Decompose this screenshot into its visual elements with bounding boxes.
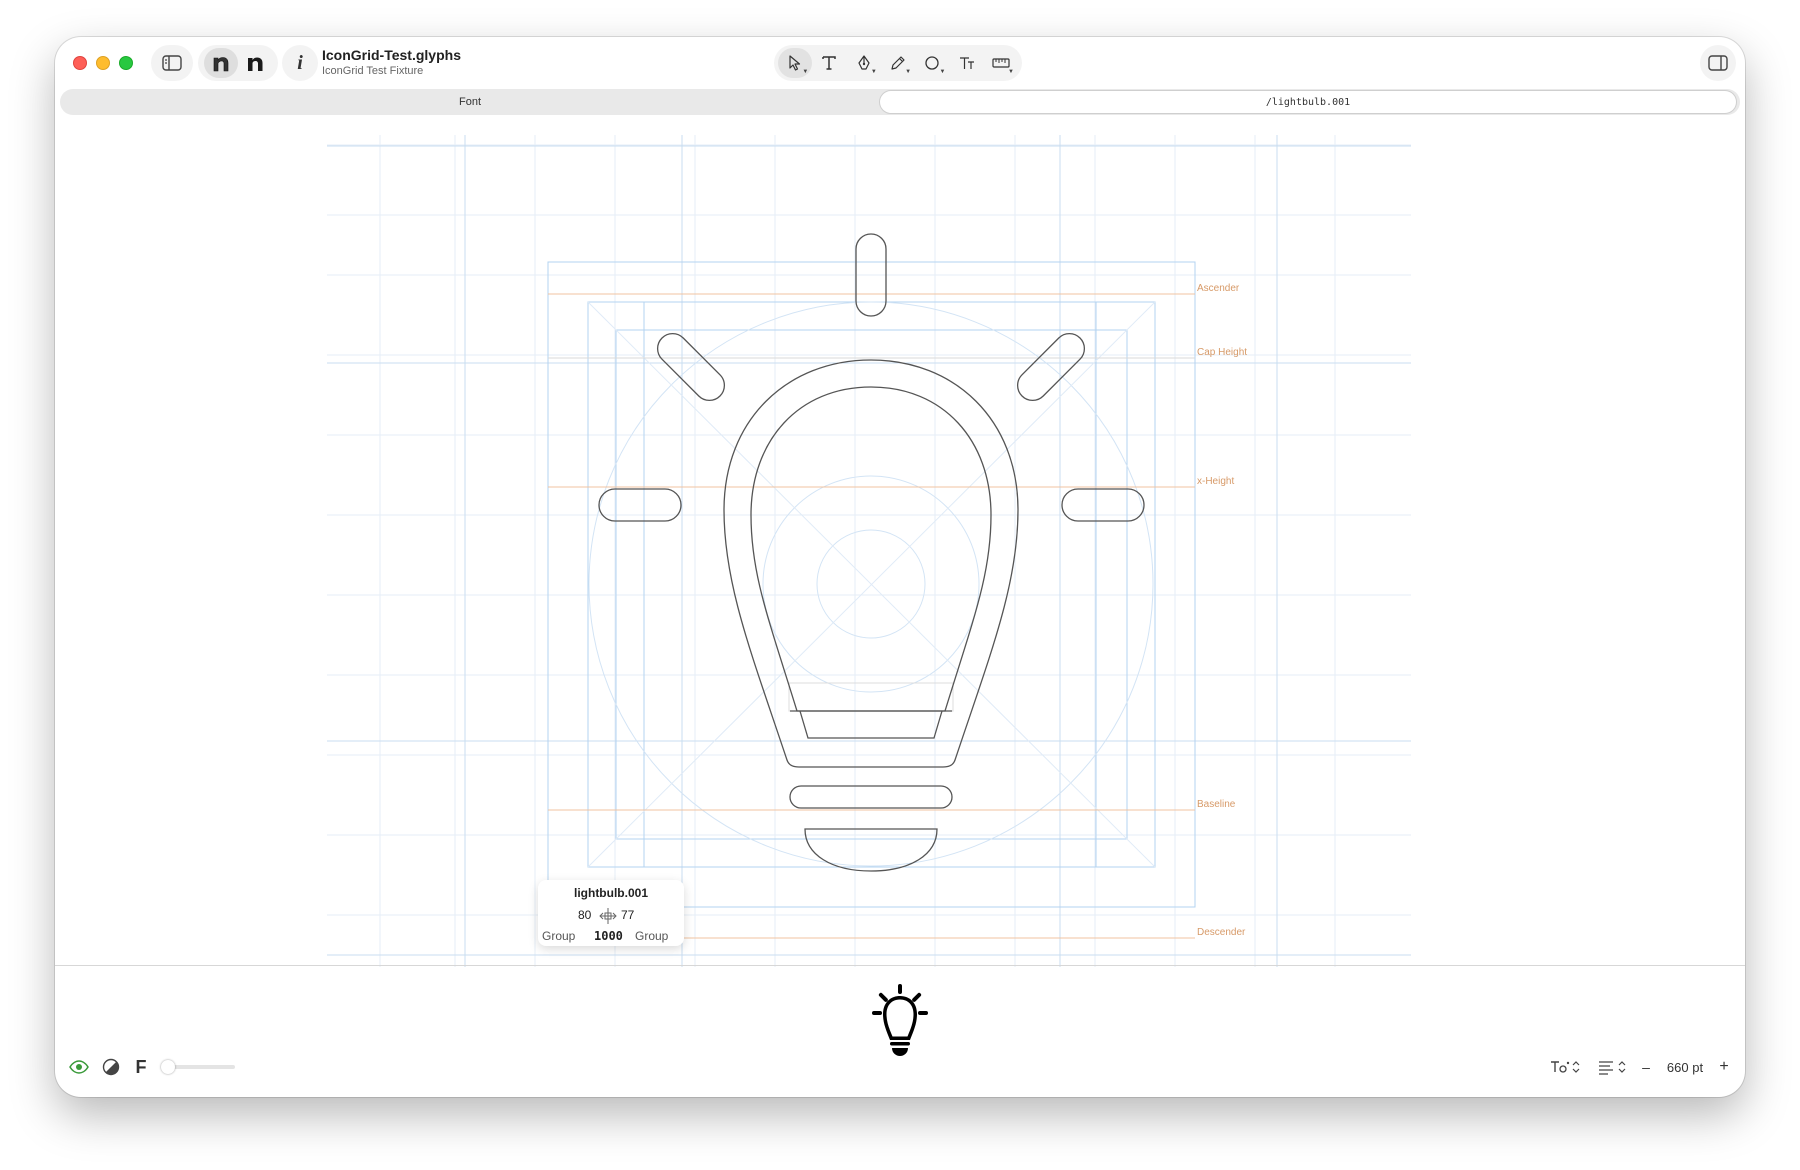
slider-thumb[interactable] <box>161 1060 175 1074</box>
metric-label-x-height: x-Height <box>1197 476 1235 487</box>
glyph-view-switcher <box>198 45 278 81</box>
bulb-base-bar <box>789 785 953 809</box>
glyph-drawing <box>327 135 1411 967</box>
glyph-info-panel: lightbulb.001 80 77 Group 1000 Group <box>538 880 684 946</box>
preview-font-button[interactable]: F <box>130 1056 152 1078</box>
background-grid <box>327 135 1411 967</box>
text-tool[interactable] <box>812 48 846 78</box>
invert-preview-toggle[interactable] <box>99 1056 123 1078</box>
pen-nib-icon <box>858 55 870 70</box>
chevron-down-icon: ▼ <box>870 69 877 75</box>
edit-view-button[interactable] <box>238 48 272 78</box>
chevron-down-icon: ▼ <box>802 69 809 75</box>
app-window: i IconGrid-Test.glyphs IconGrid Test Fix… <box>55 37 1745 1097</box>
metric-lines <box>548 293 1195 939</box>
annotate-text-icon <box>959 57 974 69</box>
n-filled-icon <box>248 57 263 71</box>
preview-divider <box>55 965 1745 966</box>
show-preview-toggle[interactable] <box>67 1056 91 1078</box>
text-view-button[interactable] <box>204 48 238 78</box>
metric-label-ascender: Ascender <box>1197 283 1240 294</box>
measure-tool[interactable]: ▼ <box>984 48 1018 78</box>
sidebar-toggle-button[interactable] <box>151 45 193 81</box>
glyph-width-value[interactable]: 1000 <box>594 929 623 943</box>
bulb-outer-contour <box>723 359 1019 768</box>
document-subtitle: IconGrid Test Fixture <box>322 65 424 77</box>
select-tool[interactable]: ▼ <box>778 48 813 78</box>
tab-bar: Font /lightbulb.001 <box>60 89 1740 115</box>
right-sidebearing-value[interactable]: 77 <box>621 908 634 922</box>
preview-size-slider[interactable] <box>161 1060 235 1074</box>
zoom-out-button[interactable]: – <box>1637 1056 1655 1078</box>
right-sidebar-icon <box>1708 55 1728 71</box>
zoom-window-button[interactable] <box>119 56 133 70</box>
title-bar: i IconGrid-Test.glyphs IconGrid Test Fix… <box>55 37 1745 89</box>
annotation-tool[interactable] <box>949 48 983 78</box>
bulb-neck-shape <box>799 710 943 739</box>
right-ray-shape <box>1061 488 1145 522</box>
pen-tool[interactable]: ▼ <box>847 48 881 78</box>
minimize-window-button[interactable] <box>96 56 110 70</box>
tab-font[interactable]: Font <box>62 91 878 113</box>
circle-shape-icon <box>925 56 939 70</box>
metric-label-descender: Descender <box>1197 927 1246 938</box>
info-icon: i <box>297 51 303 74</box>
align-left-icon <box>1599 1061 1626 1075</box>
text-direction-button[interactable] <box>1547 1056 1583 1078</box>
chevron-down-icon: ▼ <box>905 69 912 75</box>
tab-glyph-edit[interactable]: /lightbulb.001 <box>880 91 1736 113</box>
text-t-icon <box>822 56 837 70</box>
inspector-toggle-button[interactable] <box>1700 45 1736 81</box>
tool-palette: ▼ ▼ ▼ ▼ ▼ <box>774 45 1022 81</box>
text-direction-icon <box>1551 1061 1580 1073</box>
metric-label-baseline: Baseline <box>1197 799 1236 810</box>
contrast-icon <box>102 1058 120 1076</box>
metric-label-cap-height: Cap Height <box>1197 347 1248 358</box>
eye-icon <box>69 1060 89 1074</box>
info-button[interactable]: i <box>282 45 318 81</box>
close-window-button[interactable] <box>73 56 87 70</box>
glyph-edit-canvas[interactable]: Ascender Cap Height x-Height Baseline De… <box>55 115 1745 967</box>
pointer-icon <box>789 55 801 71</box>
zoom-level-field[interactable]: 660 pt <box>1657 1056 1713 1078</box>
sidebar-icon <box>162 55 182 71</box>
left-kerning-group[interactable]: Group <box>542 929 575 943</box>
n-outline-icon <box>213 57 229 72</box>
zoom-in-button[interactable]: + <box>1715 1056 1733 1078</box>
pencil-tool[interactable]: ▼ <box>881 48 915 78</box>
right-kerning-group[interactable]: Group <box>635 929 668 943</box>
chevron-down-icon: ▼ <box>939 69 946 75</box>
status-bar: F – 660 pt + <box>55 1047 1745 1087</box>
shape-tool[interactable]: ▼ <box>915 48 949 78</box>
left-ray-shape <box>598 488 682 522</box>
left-sidebearing-value[interactable]: 80 <box>578 908 591 922</box>
major-grid <box>327 135 1411 967</box>
alignment-button[interactable] <box>1595 1056 1631 1078</box>
chevron-down-icon: ▼ <box>1008 69 1014 75</box>
glyph-name[interactable]: lightbulb.001 <box>538 886 684 900</box>
bulb-inner-contour <box>750 386 992 712</box>
link-metrics-icon[interactable] <box>599 907 617 928</box>
document-title: IconGrid-Test.glyphs <box>322 47 461 63</box>
pencil-icon <box>891 56 905 70</box>
